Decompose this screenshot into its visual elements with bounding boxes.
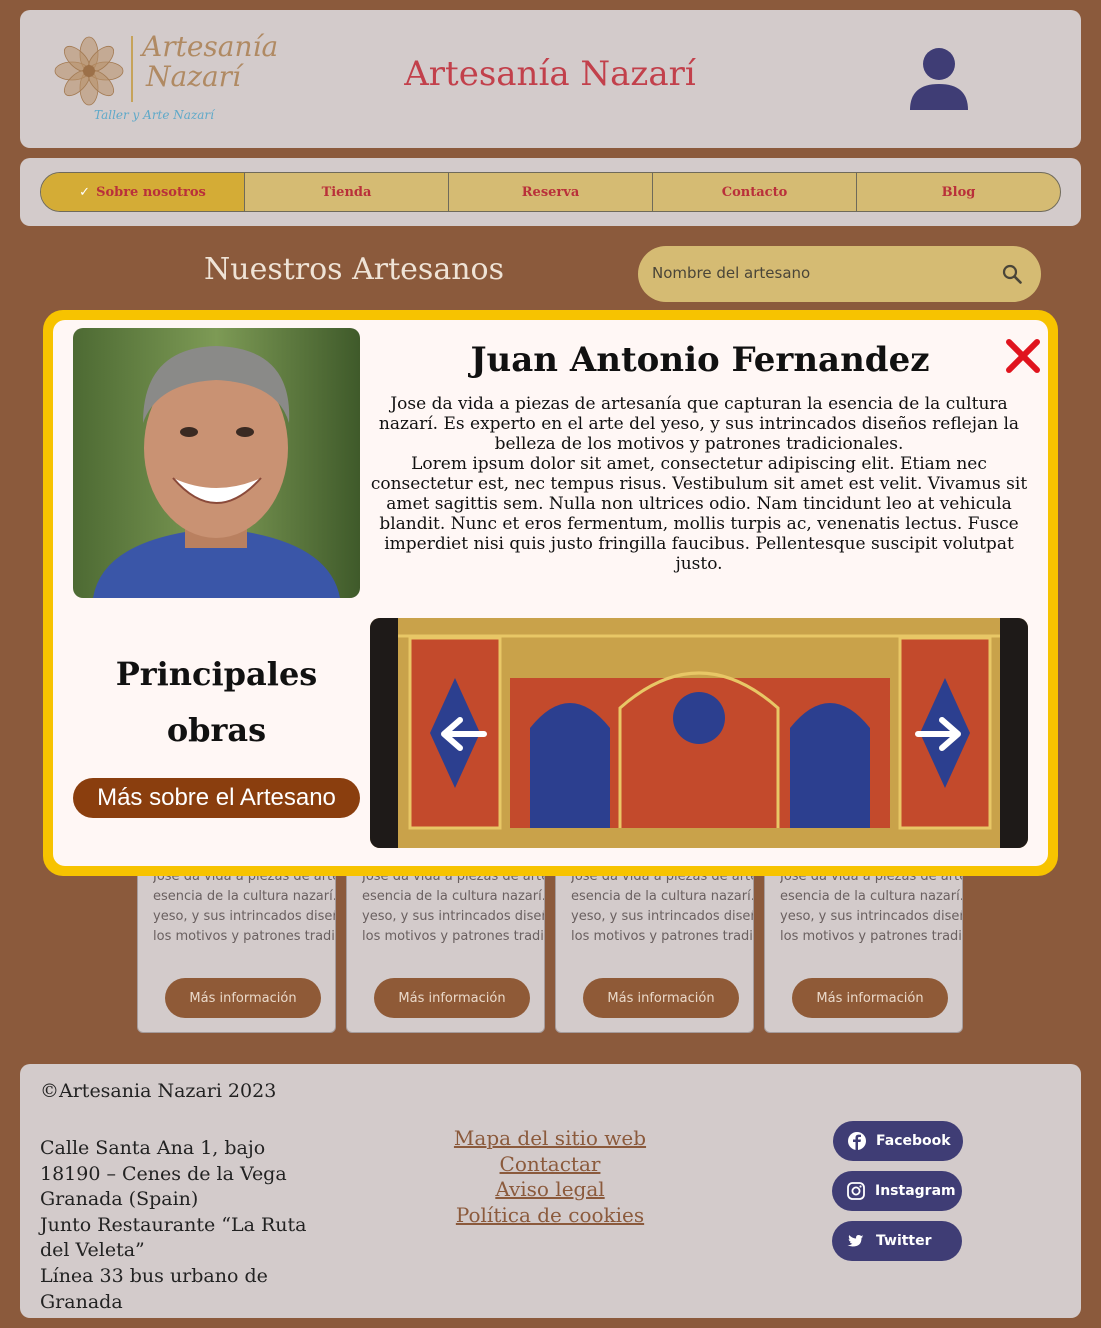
artisan-modal-frame: Juan Antonio Fernandez Jose da vida a pi… bbox=[43, 310, 1058, 876]
arrow-right-icon[interactable] bbox=[914, 714, 966, 754]
bio-paragraph: Jose da vida a piezas de artesanía que c… bbox=[378, 394, 1020, 454]
card-description: Jose da vida a piezas de arte esencia de … bbox=[362, 869, 545, 944]
artisan-modal: Juan Antonio Fernandez Jose da vida a pi… bbox=[53, 320, 1048, 866]
copyright: ©Artesania Nazari 2023 bbox=[40, 1080, 277, 1102]
portrait-image bbox=[73, 328, 360, 598]
social-label: Twitter bbox=[876, 1233, 932, 1249]
logo[interactable]: Artesanía Nazarí Taller y Arte Nazarí bbox=[54, 32, 278, 132]
search-box bbox=[638, 246, 1041, 302]
card-description: Jose da vida a piezas de arte esencia de … bbox=[153, 869, 336, 944]
instagram-button[interactable]: Instagram bbox=[832, 1171, 962, 1211]
nav-item-blog[interactable]: Blog bbox=[857, 173, 1060, 211]
close-icon[interactable] bbox=[1003, 336, 1043, 376]
nav-item-label: Reserva bbox=[521, 184, 580, 200]
card-description: Jose da vida a piezas de arte esencia de … bbox=[571, 869, 754, 944]
more-info-button[interactable]: Más información bbox=[583, 978, 739, 1018]
check-icon: ✓ bbox=[79, 184, 91, 200]
search-icon[interactable] bbox=[1002, 264, 1022, 284]
site-header: Artesanía Nazarí Taller y Arte Nazarí Ar… bbox=[20, 10, 1081, 148]
more-info-button[interactable]: Más información bbox=[165, 978, 321, 1018]
more-about-artisan-button[interactable]: Más sobre el Artesano bbox=[73, 778, 360, 818]
nav-bar: ✓ Sobre nosotros Tienda Reserva Contacto… bbox=[20, 158, 1081, 226]
nav-item-label: Tienda bbox=[321, 184, 372, 200]
site-title: Artesanía Nazarí bbox=[404, 54, 696, 94]
artisan-name: Juan Antonio Fernandez bbox=[470, 340, 930, 380]
sitemap-link[interactable]: Mapa del sitio web bbox=[420, 1126, 680, 1152]
logo-tagline: Taller y Arte Nazarí bbox=[94, 108, 214, 122]
twitter-icon bbox=[847, 1234, 864, 1247]
nav-item-tienda[interactable]: Tienda bbox=[245, 173, 449, 211]
nav-item-label: Contacto bbox=[721, 184, 788, 200]
nav-item-reserva[interactable]: Reserva bbox=[449, 173, 653, 211]
main-nav: ✓ Sobre nosotros Tienda Reserva Contacto… bbox=[40, 172, 1061, 212]
facebook-icon bbox=[848, 1132, 866, 1150]
cookie-policy-link[interactable]: Política de cookies bbox=[420, 1203, 680, 1229]
legal-notice-link[interactable]: Aviso legal bbox=[420, 1177, 680, 1203]
footer-links: Mapa del sitio web Contactar Aviso legal… bbox=[420, 1126, 680, 1228]
site-footer: ©Artesania Nazari 2023 Calle Santa Ana 1… bbox=[20, 1064, 1081, 1318]
card-description: Jose da vida a piezas de arte esencia de … bbox=[780, 869, 963, 944]
nav-item-label: Sobre nosotros bbox=[96, 184, 206, 200]
section-title: Nuestros Artesanos bbox=[204, 252, 504, 287]
more-info-button[interactable]: Más información bbox=[374, 978, 530, 1018]
social-label: Instagram bbox=[875, 1183, 956, 1199]
search-input[interactable] bbox=[652, 262, 982, 284]
artisan-portrait bbox=[73, 328, 360, 598]
nav-item-sobre-nosotros[interactable]: ✓ Sobre nosotros bbox=[41, 173, 245, 211]
artisan-bio: Jose da vida a piezas de artesanía que c… bbox=[368, 394, 1030, 574]
bio-paragraph: Lorem ipsum dolor sit amet, consectetur … bbox=[370, 454, 1028, 574]
flower-logo-icon bbox=[54, 36, 124, 106]
nav-item-contacto[interactable]: Contacto bbox=[653, 173, 857, 211]
more-info-button[interactable]: Más información bbox=[792, 978, 948, 1018]
twitter-button[interactable]: Twitter bbox=[832, 1221, 962, 1261]
logo-wordmark: Artesanía Nazarí bbox=[142, 30, 279, 93]
logo-divider bbox=[131, 36, 133, 102]
nav-item-label: Blog bbox=[941, 184, 976, 200]
facebook-button[interactable]: Facebook bbox=[833, 1121, 963, 1161]
works-title: Principales obras bbox=[115, 655, 318, 749]
user-account-icon[interactable] bbox=[910, 48, 968, 110]
social-label: Facebook bbox=[876, 1133, 951, 1149]
works-carousel bbox=[370, 618, 1028, 848]
contact-link[interactable]: Contactar bbox=[420, 1152, 680, 1178]
address: Calle Santa Ana 1, bajo 18190 – Cenes de… bbox=[40, 1137, 307, 1313]
instagram-icon bbox=[847, 1182, 865, 1200]
arrow-left-icon[interactable] bbox=[436, 714, 488, 754]
